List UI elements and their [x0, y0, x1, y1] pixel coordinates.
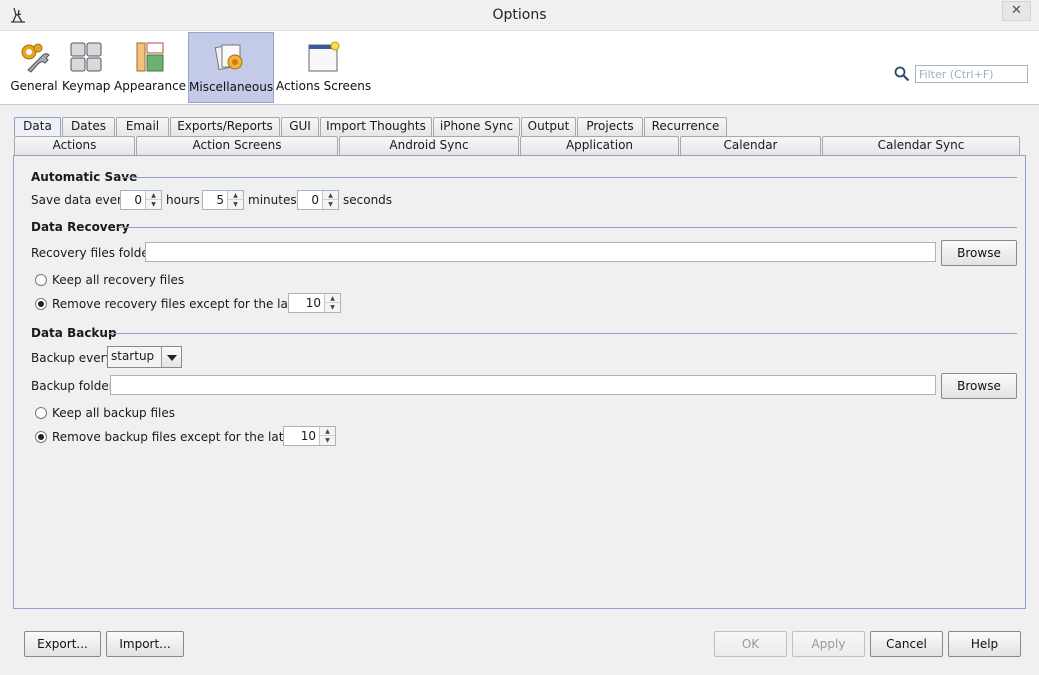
category-label: Keymap [62, 79, 111, 93]
tab-data[interactable]: Data [14, 117, 61, 136]
category-label: Miscellaneous [189, 80, 274, 94]
gears-wrench-icon [21, 43, 50, 73]
data-tab-panel: Automatic Save Save data every 0 ▲ ▼ hour… [13, 155, 1026, 609]
category-general[interactable]: General [8, 32, 60, 103]
category-bar: General Keymap Appearance Miscellaneous [0, 31, 1039, 105]
misc-flower-icon [214, 44, 243, 70]
backup-folder-input[interactable] [110, 375, 936, 395]
recovery-latest-spinner[interactable]: 10 ▲ ▼ [288, 293, 341, 313]
window-title: Options [492, 7, 547, 23]
hours-spinner[interactable]: 0 ▲ ▼ [120, 190, 162, 210]
appearance-layout-icon [136, 42, 164, 72]
minutes-value: 5 [216, 193, 224, 207]
tab-recurrence[interactable]: Recurrence [644, 117, 727, 136]
keep-all-backup-label: Keep all backup files [52, 406, 176, 420]
tab-calendar[interactable]: Calendar [680, 136, 821, 155]
chevron-down-icon [167, 355, 177, 361]
spinner-up-icon[interactable]: ▲ [320, 427, 335, 436]
close-icon: ✕ [1011, 3, 1022, 18]
keep-all-recovery-label: Keep all recovery files [52, 273, 185, 287]
import-button[interactable]: Import... [106, 631, 184, 657]
tab-row-1: Data Dates Email Exports/Reports GUI Imp… [14, 117, 1024, 136]
close-button[interactable]: ✕ [1002, 1, 1031, 21]
tab-row-2: Actions Action Screens Android Sync Appl… [14, 136, 1024, 155]
spinner-up-icon[interactable]: ▲ [228, 191, 243, 200]
recovery-folder-label: Recovery files folder [31, 246, 154, 260]
spinner-down-icon[interactable]: ▼ [320, 436, 335, 445]
tab-output[interactable]: Output [521, 117, 576, 136]
backup-every-select[interactable]: startup [107, 346, 182, 368]
tab-actions[interactable]: Actions [14, 136, 135, 155]
tab-iphone-sync[interactable]: iPhone Sync [433, 117, 520, 136]
section-divider [122, 177, 1017, 178]
remove-recovery-label: Remove recovery files except for the lat… [52, 297, 311, 311]
backup-every-value: startup [111, 349, 155, 363]
backup-latest-value: 10 [300, 429, 316, 443]
help-button[interactable]: Help [948, 631, 1021, 657]
tab-email[interactable]: Email [116, 117, 169, 136]
cancel-button[interactable]: Cancel [870, 631, 943, 657]
seconds-spinner[interactable]: 0 ▲ ▼ [297, 190, 339, 210]
spinner-down-icon[interactable]: ▼ [146, 200, 161, 209]
spinner-up-icon[interactable]: ▲ [325, 294, 340, 303]
hours-label: hours [166, 193, 200, 207]
recovery-latest-value: 10 [305, 296, 321, 310]
minutes-label: minutes [248, 193, 297, 207]
category-appearance[interactable]: Appearance [114, 32, 186, 103]
category-label: Actions Screens [276, 79, 372, 93]
window-star-icon [308, 41, 340, 72]
spinner-up-icon[interactable]: ▲ [323, 191, 338, 200]
tab-gui[interactable]: GUI [281, 117, 319, 136]
keep-all-backup-radio[interactable] [35, 407, 47, 419]
spinner-down-icon[interactable]: ▼ [325, 303, 340, 312]
title-bar: Options ✕ [0, 0, 1039, 31]
category-miscellaneous[interactable]: Miscellaneous [188, 32, 274, 103]
backup-browse-button[interactable]: Browse [941, 373, 1017, 399]
tab-exports-reports[interactable]: Exports/Reports [170, 117, 280, 136]
tab-projects[interactable]: Projects [577, 117, 643, 136]
search-icon [894, 66, 910, 82]
keyboard-keys-icon [70, 42, 102, 72]
category-actions-screens[interactable]: Actions Screens [276, 32, 372, 103]
tab-import-thoughts[interactable]: Import Thoughts [320, 117, 432, 136]
category-keymap[interactable]: Keymap [62, 32, 110, 103]
backup-folder-label: Backup folder [31, 379, 114, 393]
apply-button[interactable]: Apply [792, 631, 865, 657]
save-every-label: Save data every [31, 193, 130, 207]
recovery-browse-button[interactable]: Browse [941, 240, 1017, 266]
seconds-label: seconds [343, 193, 393, 207]
ok-button[interactable]: OK [714, 631, 787, 657]
minutes-spinner[interactable]: 5 ▲ ▼ [202, 190, 244, 210]
category-label: Appearance [114, 79, 187, 93]
backup-every-label: Backup every [31, 351, 113, 365]
spinner-down-icon[interactable]: ▼ [228, 200, 243, 209]
tab-action-screens[interactable]: Action Screens [136, 136, 338, 155]
remove-backup-radio[interactable] [35, 431, 47, 443]
tab-android-sync[interactable]: Android Sync [339, 136, 519, 155]
section-title-data-recovery: Data Recovery [31, 220, 130, 234]
section-divider [108, 333, 1017, 334]
seconds-value: 0 [311, 193, 319, 207]
tab-application[interactable]: Application [520, 136, 679, 155]
tab-calendar-sync[interactable]: Calendar Sync [822, 136, 1020, 155]
hours-value: 0 [134, 193, 142, 207]
category-label: General [10, 79, 58, 93]
remove-backup-label: Remove backup files except for the lates… [52, 430, 302, 444]
spinner-up-icon[interactable]: ▲ [146, 191, 161, 200]
recovery-folder-input[interactable] [145, 242, 936, 262]
section-title-data-backup: Data Backup [31, 326, 117, 340]
export-button[interactable]: Export... [24, 631, 101, 657]
filter-input[interactable] [915, 65, 1028, 83]
keep-all-recovery-radio[interactable] [35, 274, 47, 286]
remove-recovery-radio[interactable] [35, 298, 47, 310]
spinner-down-icon[interactable]: ▼ [323, 200, 338, 209]
backup-latest-spinner[interactable]: 10 ▲ ▼ [283, 426, 336, 446]
section-divider [118, 227, 1017, 228]
tab-dates[interactable]: Dates [62, 117, 115, 136]
